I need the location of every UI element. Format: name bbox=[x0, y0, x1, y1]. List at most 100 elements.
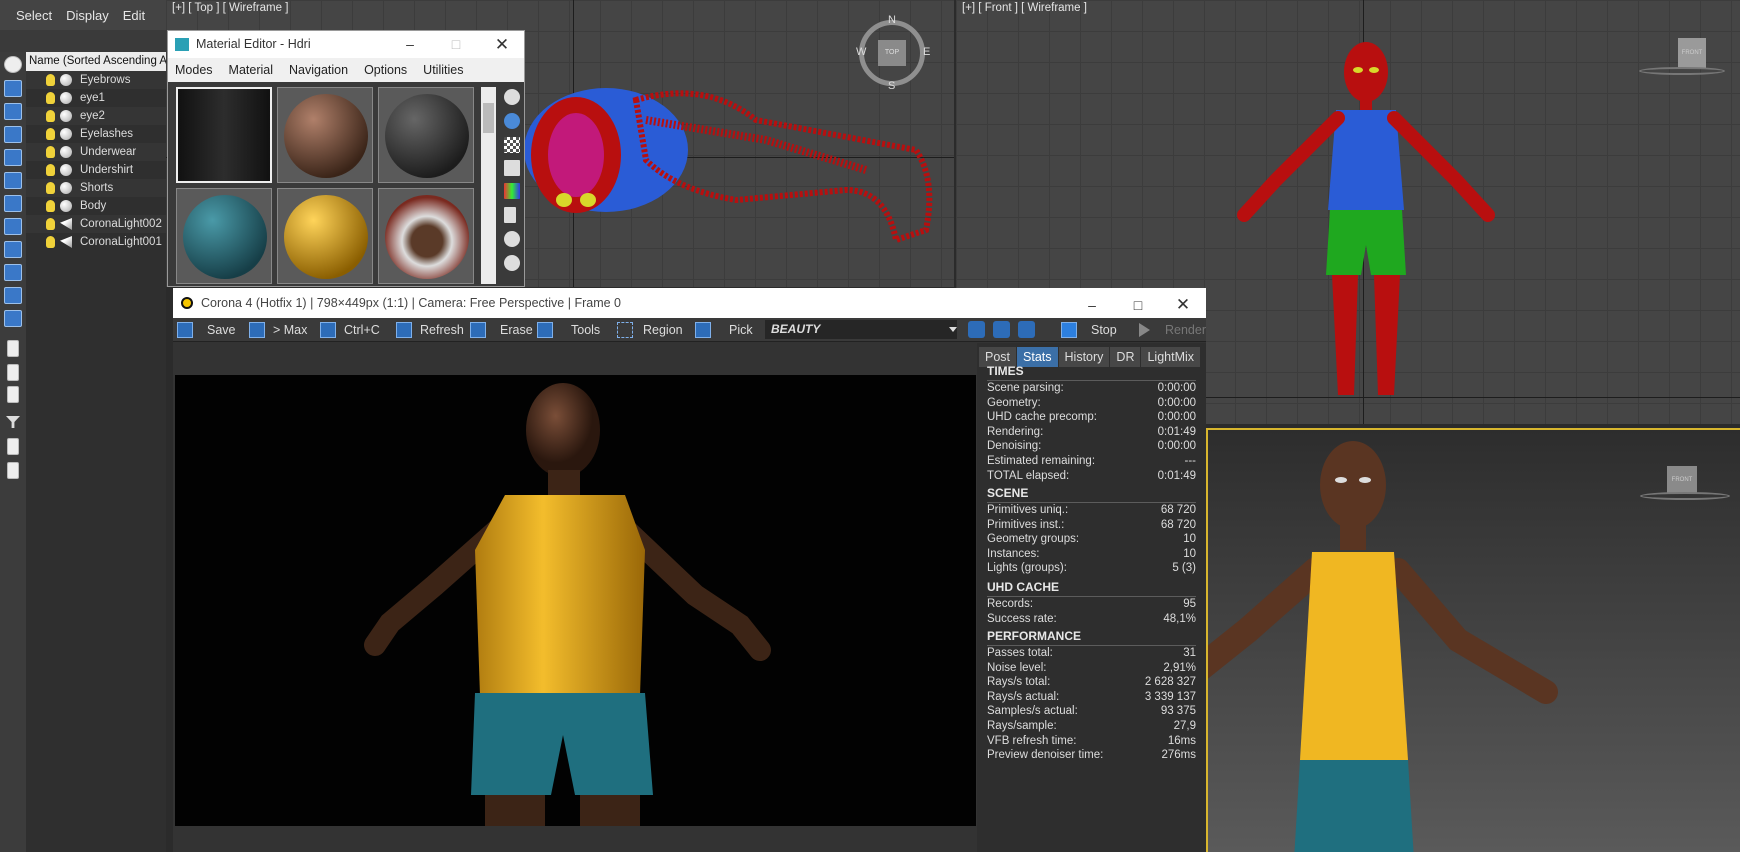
display-groups-icon[interactable] bbox=[4, 218, 22, 235]
explorer-item[interactable]: Underwear bbox=[26, 143, 166, 161]
stop-button[interactable]: Stop bbox=[1061, 320, 1123, 340]
explorer-item[interactable]: CoronaLight002 bbox=[26, 215, 166, 233]
menu-options[interactable]: Options bbox=[364, 63, 407, 77]
filter-icon[interactable] bbox=[6, 416, 20, 428]
top-wireframe-figure[interactable] bbox=[516, 80, 936, 260]
maximize-icon[interactable]: □ bbox=[433, 31, 479, 58]
hierarchy-icon[interactable] bbox=[7, 438, 19, 455]
corona-close-icon[interactable]: ✕ bbox=[1160, 290, 1206, 317]
viewcube-ring[interactable] bbox=[1639, 67, 1725, 75]
display-geometry-icon[interactable] bbox=[4, 80, 22, 97]
tools-button[interactable]: Tools bbox=[537, 320, 600, 340]
explorer-item[interactable]: Eyebrows bbox=[26, 71, 166, 89]
sample-type-icon[interactable] bbox=[504, 89, 520, 105]
display-helpers-icon[interactable] bbox=[4, 172, 22, 189]
zoom-out-icon[interactable] bbox=[993, 321, 1010, 338]
save-button[interactable]: Save bbox=[177, 320, 245, 340]
menu-select[interactable]: Select bbox=[16, 8, 52, 23]
scrollbar-thumb[interactable] bbox=[483, 103, 494, 133]
zoom-in-icon[interactable] bbox=[968, 321, 985, 338]
perspective-figure[interactable] bbox=[1208, 430, 1740, 852]
explorer-item[interactable]: eye2 bbox=[26, 107, 166, 125]
front-wireframe-figure[interactable] bbox=[1226, 40, 1506, 405]
stats-key: Success rate: bbox=[987, 612, 1057, 625]
list-icon[interactable] bbox=[7, 462, 19, 479]
corona-titlebar[interactable]: Corona 4 (Hotfix 1) | 798×449px (1:1) | … bbox=[173, 288, 1206, 318]
geometry-object-icon bbox=[60, 182, 72, 194]
display-cameras-icon[interactable] bbox=[4, 149, 22, 166]
display-spacewarps-icon[interactable] bbox=[4, 195, 22, 212]
close-icon[interactable]: ✕ bbox=[479, 31, 525, 58]
minimize-icon[interactable]: – bbox=[387, 31, 433, 58]
tab-history[interactable]: History bbox=[1058, 347, 1110, 367]
viewport-top-label[interactable]: [+] [ Top ] [ Wireframe ] bbox=[172, 2, 288, 14]
render-image[interactable] bbox=[175, 375, 976, 826]
page-icon[interactable] bbox=[7, 340, 19, 357]
explorer-item[interactable]: Body bbox=[26, 197, 166, 215]
tab-dr[interactable]: DR bbox=[1110, 347, 1141, 367]
select-by-material-icon[interactable] bbox=[504, 255, 520, 271]
corona-maximize-icon[interactable]: □ bbox=[1115, 290, 1161, 317]
light-bulb-icon[interactable] bbox=[46, 218, 55, 230]
material-slot-teal[interactable] bbox=[176, 188, 272, 284]
refresh-button[interactable]: Refresh bbox=[396, 320, 464, 340]
viewport-perspective[interactable]: FRONT bbox=[1206, 428, 1740, 852]
display-shapes-icon[interactable] bbox=[4, 103, 22, 120]
explorer-item[interactable]: eye1 bbox=[26, 89, 166, 107]
pick-button[interactable]: Pick bbox=[695, 320, 755, 340]
layer-icon[interactable] bbox=[7, 386, 19, 403]
render-pass-select[interactable]: BEAUTY bbox=[765, 320, 957, 339]
light-bulb-icon[interactable] bbox=[46, 146, 55, 158]
material-slot-hdri[interactable] bbox=[176, 87, 272, 183]
menu-navigation[interactable]: Navigation bbox=[289, 63, 348, 77]
render-button[interactable]: Render bbox=[1139, 320, 1206, 340]
material-editor-titlebar[interactable]: Material Editor - Hdri – □ ✕ bbox=[168, 31, 524, 58]
erase-button[interactable]: Erase bbox=[470, 320, 533, 340]
display-bones-icon[interactable] bbox=[4, 264, 22, 281]
light-bulb-icon[interactable] bbox=[46, 200, 55, 212]
sample-uv-icon[interactable] bbox=[504, 160, 520, 176]
select-object-icon[interactable] bbox=[4, 56, 22, 73]
viewcube-front[interactable]: FRONT bbox=[1678, 38, 1706, 68]
display-lights-icon[interactable] bbox=[4, 126, 22, 143]
tab-lightmix[interactable]: LightMix bbox=[1141, 347, 1201, 367]
square-icon[interactable] bbox=[7, 364, 19, 381]
copy-button[interactable]: Ctrl+C bbox=[320, 320, 382, 340]
explorer-item[interactable]: Eyelashes bbox=[26, 125, 166, 143]
zoom-fit-icon[interactable] bbox=[1018, 321, 1035, 338]
video-color-icon[interactable] bbox=[504, 183, 520, 199]
backlight-icon[interactable] bbox=[504, 113, 520, 129]
light-bulb-icon[interactable] bbox=[46, 164, 55, 176]
light-bulb-icon[interactable] bbox=[46, 236, 55, 248]
display-containers-icon[interactable] bbox=[4, 287, 22, 304]
light-bulb-icon[interactable] bbox=[46, 92, 55, 104]
material-slot-eye[interactable] bbox=[378, 188, 474, 284]
material-slot-yellow[interactable] bbox=[277, 188, 373, 284]
menu-edit[interactable]: Edit bbox=[123, 8, 145, 23]
display-xrefs-icon[interactable] bbox=[4, 241, 22, 258]
background-icon[interactable] bbox=[504, 137, 520, 153]
menu-display[interactable]: Display bbox=[66, 8, 109, 23]
menu-modes[interactable]: Modes bbox=[175, 63, 213, 77]
material-slot-skin[interactable] bbox=[277, 87, 373, 183]
region-button[interactable]: Region bbox=[617, 320, 683, 340]
chevron-down-icon[interactable] bbox=[949, 327, 957, 332]
menu-utilities[interactable]: Utilities bbox=[423, 63, 463, 77]
options-icon[interactable] bbox=[504, 231, 520, 247]
light-bulb-icon[interactable] bbox=[46, 128, 55, 140]
explorer-item[interactable]: Shorts bbox=[26, 179, 166, 197]
display-frozen-icon[interactable] bbox=[4, 310, 22, 327]
make-preview-icon[interactable] bbox=[504, 207, 516, 223]
light-bulb-icon[interactable] bbox=[46, 74, 55, 86]
menu-material[interactable]: Material bbox=[229, 63, 273, 77]
corona-minimize-icon[interactable]: – bbox=[1069, 290, 1115, 317]
explorer-item[interactable]: CoronaLight001 bbox=[26, 233, 166, 251]
explorer-item[interactable]: Undershirt bbox=[26, 161, 166, 179]
stats-section-uhd: UHD CACHE bbox=[987, 580, 1059, 594]
to-max-button[interactable]: > Max bbox=[249, 320, 311, 340]
light-bulb-icon[interactable] bbox=[46, 110, 55, 122]
explorer-column-header[interactable]: Name (Sorted Ascending Ag bbox=[26, 52, 166, 71]
viewcube-top[interactable]: TOP bbox=[878, 40, 906, 66]
material-slot-dark[interactable] bbox=[378, 87, 474, 183]
light-bulb-icon[interactable] bbox=[46, 182, 55, 194]
